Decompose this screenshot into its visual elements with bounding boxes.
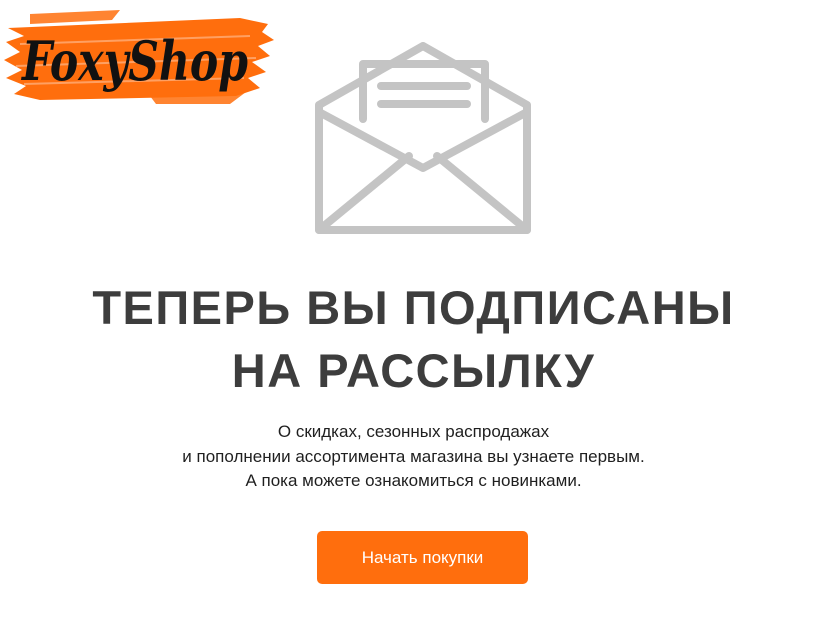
subscription-confirmed-title: ТЕПЕРЬ ВЫ ПОДПИСАНЫ НА РАССЫЛКУ	[0, 276, 827, 402]
start-shopping-button[interactable]: Начать покупки	[317, 531, 528, 584]
logo-wordmark: FoxyShop	[20, 29, 248, 93]
foxyshop-logo[interactable]: FoxyShop	[0, 0, 278, 118]
description-line-1: О скидках, сезонных распродажах	[277, 422, 550, 441]
open-envelope-icon	[315, 42, 531, 234]
title-line-1: ТЕПЕРЬ ВЫ ПОДПИСАНЫ	[92, 281, 735, 334]
description-line-2: и пополнении ассортимента магазина вы уз…	[182, 446, 645, 466]
title-line-2: НА РАССЫЛКУ	[231, 344, 596, 397]
description-line-3: А пока можете ознакомиться с новинками.	[245, 471, 582, 490]
subscription-description: О скидках, сезонных распродажах и пополн…	[0, 420, 827, 494]
